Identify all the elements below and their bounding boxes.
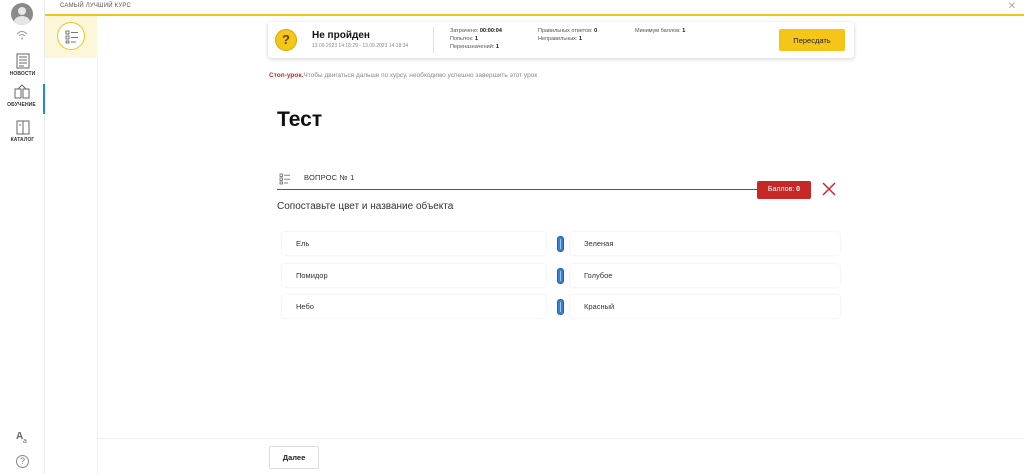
- news-icon: [16, 53, 29, 69]
- nav-item-label: ОБУЧЕНИЕ: [7, 102, 36, 108]
- match-left-item: Ель: [282, 232, 546, 255]
- svg-text:a: a: [23, 438, 27, 444]
- question-underline: [277, 189, 757, 190]
- question-text: Сопоставьте цвет и название объекта: [277, 201, 454, 212]
- stat-min-score: Минимум баллов: 1: [635, 28, 686, 34]
- stop-lesson-notice: Стоп-урок.Чтобы двигаться дальше по курс…: [269, 72, 537, 79]
- match-right-item[interactable]: Голубое: [570, 264, 840, 287]
- connection-icon: [16, 31, 28, 40]
- footer-divider: [97, 438, 1024, 439]
- attempt-dates: 13.09.2023 14:18:29 - 13.09.2023 14:18:3…: [312, 43, 409, 49]
- stat-spent: Затрачено: 00:00:04: [450, 28, 502, 34]
- help-icon[interactable]: ?: [16, 455, 29, 468]
- content-divider: [97, 58, 98, 474]
- top-bar: САМЫЙ ЛУЧШИЙ КУРС ✕: [45, 0, 1024, 16]
- lesson-item[interactable]: [57, 22, 85, 50]
- question-list-icon: [279, 173, 290, 185]
- learning-icon: [14, 84, 29, 99]
- drag-handle[interactable]: [557, 268, 564, 284]
- page-title: Тест: [277, 108, 323, 131]
- match-right-item[interactable]: Зеленая: [570, 232, 840, 255]
- nav-item-news[interactable]: НОВОСТИ: [0, 53, 45, 77]
- nav-item-label: КАТАЛОГ: [10, 137, 35, 143]
- wrong-answer-icon: [822, 182, 836, 196]
- nav-item-learning[interactable]: ОБУЧЕНИЕ: [0, 84, 45, 114]
- drag-handle[interactable]: [557, 299, 564, 315]
- result-card: ? Не пройден 13.09.2023 14:18:29 - 13.09…: [268, 22, 854, 58]
- drag-handle[interactable]: [557, 236, 564, 252]
- close-icon[interactable]: ✕: [1008, 1, 1016, 12]
- course-title: САМЫЙ ЛУЧШИЙ КУРС: [60, 3, 132, 9]
- translate-icon[interactable]: A a: [15, 429, 30, 444]
- match-right-item[interactable]: Красный: [570, 295, 840, 318]
- stop-lesson-text: Чтобы двигаться дальше по курсу, необход…: [303, 72, 538, 79]
- app-root: НОВОСТИ ОБУЧЕНИЕ КАТАЛОГ A a ? САМЫЙ ЛУЧ…: [0, 0, 1024, 474]
- stat-wrong: Неправильных: 1: [538, 36, 583, 42]
- card-divider: [433, 27, 434, 53]
- next-button[interactable]: Далее: [269, 446, 319, 469]
- match-left-item: Небо: [282, 295, 546, 318]
- nav-item-label: НОВОСТИ: [9, 71, 36, 77]
- stat-reassign: Переназначений: 1: [450, 44, 499, 50]
- status-title: Не пройден: [312, 30, 370, 41]
- question-mark-icon: ?: [275, 29, 297, 51]
- stat-attempts: Попыток: 1: [450, 36, 478, 42]
- catalog-icon: [16, 120, 29, 135]
- left-nav: НОВОСТИ ОБУЧЕНИЕ КАТАЛОГ A a ?: [0, 0, 45, 474]
- nav-item-catalog[interactable]: КАТАЛОГ: [0, 120, 45, 143]
- test-list-icon: [65, 30, 78, 44]
- question-number: ВОПРОС № 1: [304, 173, 355, 182]
- user-avatar[interactable]: [11, 3, 33, 25]
- stop-lesson-label: Стоп-урок.: [269, 72, 304, 79]
- match-left-item: Помидор: [282, 264, 546, 287]
- lesson-panel: [45, 16, 97, 58]
- stat-correct: Правильных ответов: 0: [538, 28, 598, 34]
- score-badge: Баллов: 0: [757, 181, 811, 199]
- retry-button[interactable]: Пересдать: [779, 29, 845, 51]
